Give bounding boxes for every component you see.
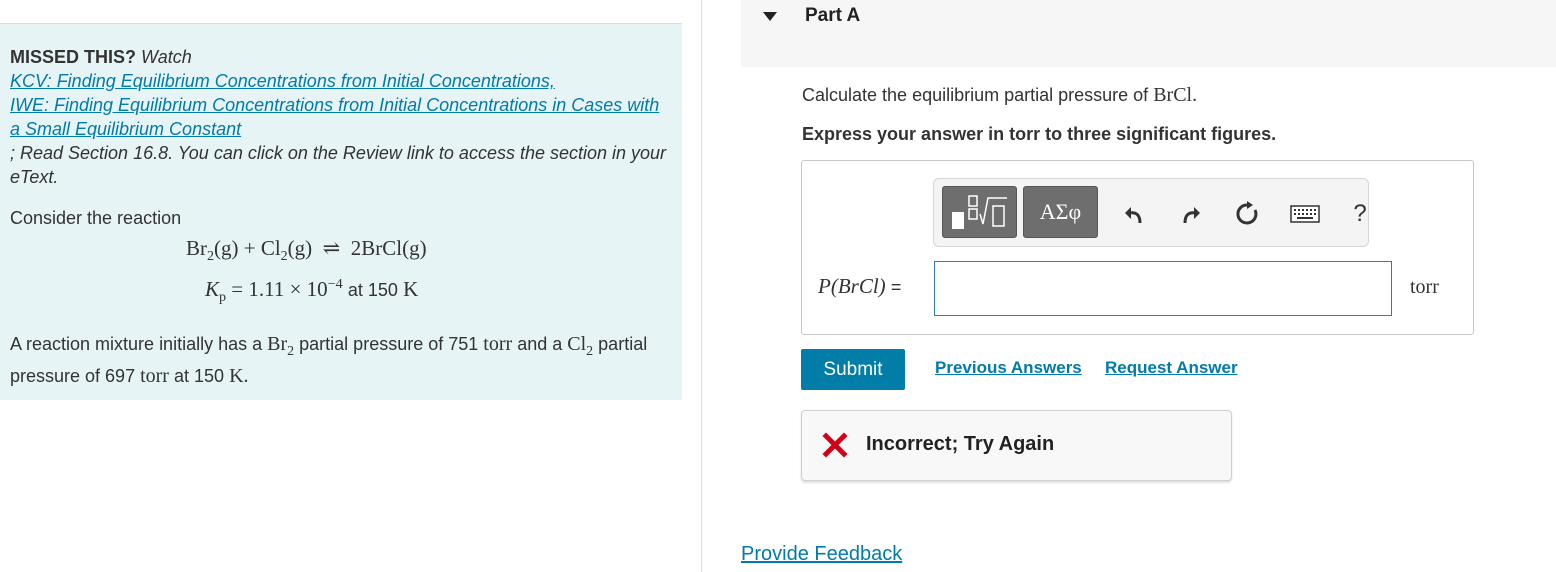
equilibrium-constant: Kp = 1.11 × 10−4 at 150 K xyxy=(205,277,419,306)
question-text: Calculate the equilibrium partial pressu… xyxy=(802,84,1198,106)
help-icon[interactable]: ? xyxy=(1346,200,1374,228)
answer-unit: torr xyxy=(1410,276,1439,298)
mixture-torr-2: torr xyxy=(140,365,169,387)
mixture-text-c: and a xyxy=(517,334,563,354)
read-section-text: ; Read Section 16.8. You can click on th… xyxy=(10,143,667,187)
reset-icon[interactable] xyxy=(1233,200,1261,228)
collapse-caret-icon[interactable] xyxy=(763,12,777,21)
feedback-status: Incorrect; Try Again xyxy=(866,433,1055,455)
reaction-equation: Br2(g) + Cl2(g) ⇌ 2BrCl(g) xyxy=(186,236,427,265)
kp-value: 1.11 xyxy=(248,277,285,301)
greek-letters-button[interactable]: ΑΣφ xyxy=(1023,186,1098,238)
answer-variable: P(BrCl) xyxy=(818,274,886,298)
provide-feedback-link[interactable]: Provide Feedback xyxy=(741,543,902,566)
part-title[interactable]: Part A xyxy=(805,5,860,27)
missed-this-block: MISSED THIS? Watch KCV: Finding Equilibr… xyxy=(10,45,670,189)
question-prefix: Calculate the equilibrium partial pressu… xyxy=(802,85,1149,105)
missed-watch: Watch xyxy=(141,47,192,67)
answer-input[interactable] xyxy=(934,261,1392,316)
mixture-text-b: partial pressure of 751 xyxy=(299,334,479,354)
part-header[interactable] xyxy=(741,0,1556,67)
templates-button[interactable] xyxy=(942,186,1017,238)
mixture-torr-1: torr xyxy=(483,333,513,355)
kp-at-text: at 150 xyxy=(347,280,398,300)
incorrect-x-icon xyxy=(822,432,848,458)
column-divider xyxy=(701,0,702,572)
kcv-video-link[interactable]: KCV: Finding Equilibrium Concentrations … xyxy=(10,69,670,93)
mixture-temp-unit: K xyxy=(229,365,244,387)
kp-exponent: −4 xyxy=(327,277,343,292)
iwe-video-link[interactable]: IWE: Finding Equilibrium Concentrations … xyxy=(10,93,670,141)
kp-temp-unit: K xyxy=(403,277,419,301)
undo-icon[interactable] xyxy=(1120,200,1148,228)
mixture-text-a: A reaction mixture initially has a xyxy=(10,334,263,354)
previous-answers-link[interactable]: Previous Answers xyxy=(935,358,1082,378)
answer-variable-label: P(BrCl) = xyxy=(818,274,901,299)
missed-heading: MISSED THIS? xyxy=(10,47,137,67)
answer-instruction: Express your answer in torr to three sig… xyxy=(802,124,1277,144)
answer-equals: = xyxy=(890,277,902,297)
submit-button[interactable]: Submit xyxy=(801,349,905,390)
keyboard-icon[interactable] xyxy=(1289,200,1321,228)
mixture-text-e: at 150 xyxy=(174,366,225,386)
redo-icon[interactable] xyxy=(1177,200,1205,228)
request-answer-link[interactable]: Request Answer xyxy=(1105,358,1238,378)
consider-text: Consider the reaction xyxy=(10,208,182,228)
mixture-description: A reaction mixture initially has a Br2 p… xyxy=(10,333,648,387)
question-species: BrCl xyxy=(1153,84,1193,106)
templates-icon xyxy=(951,195,1007,229)
